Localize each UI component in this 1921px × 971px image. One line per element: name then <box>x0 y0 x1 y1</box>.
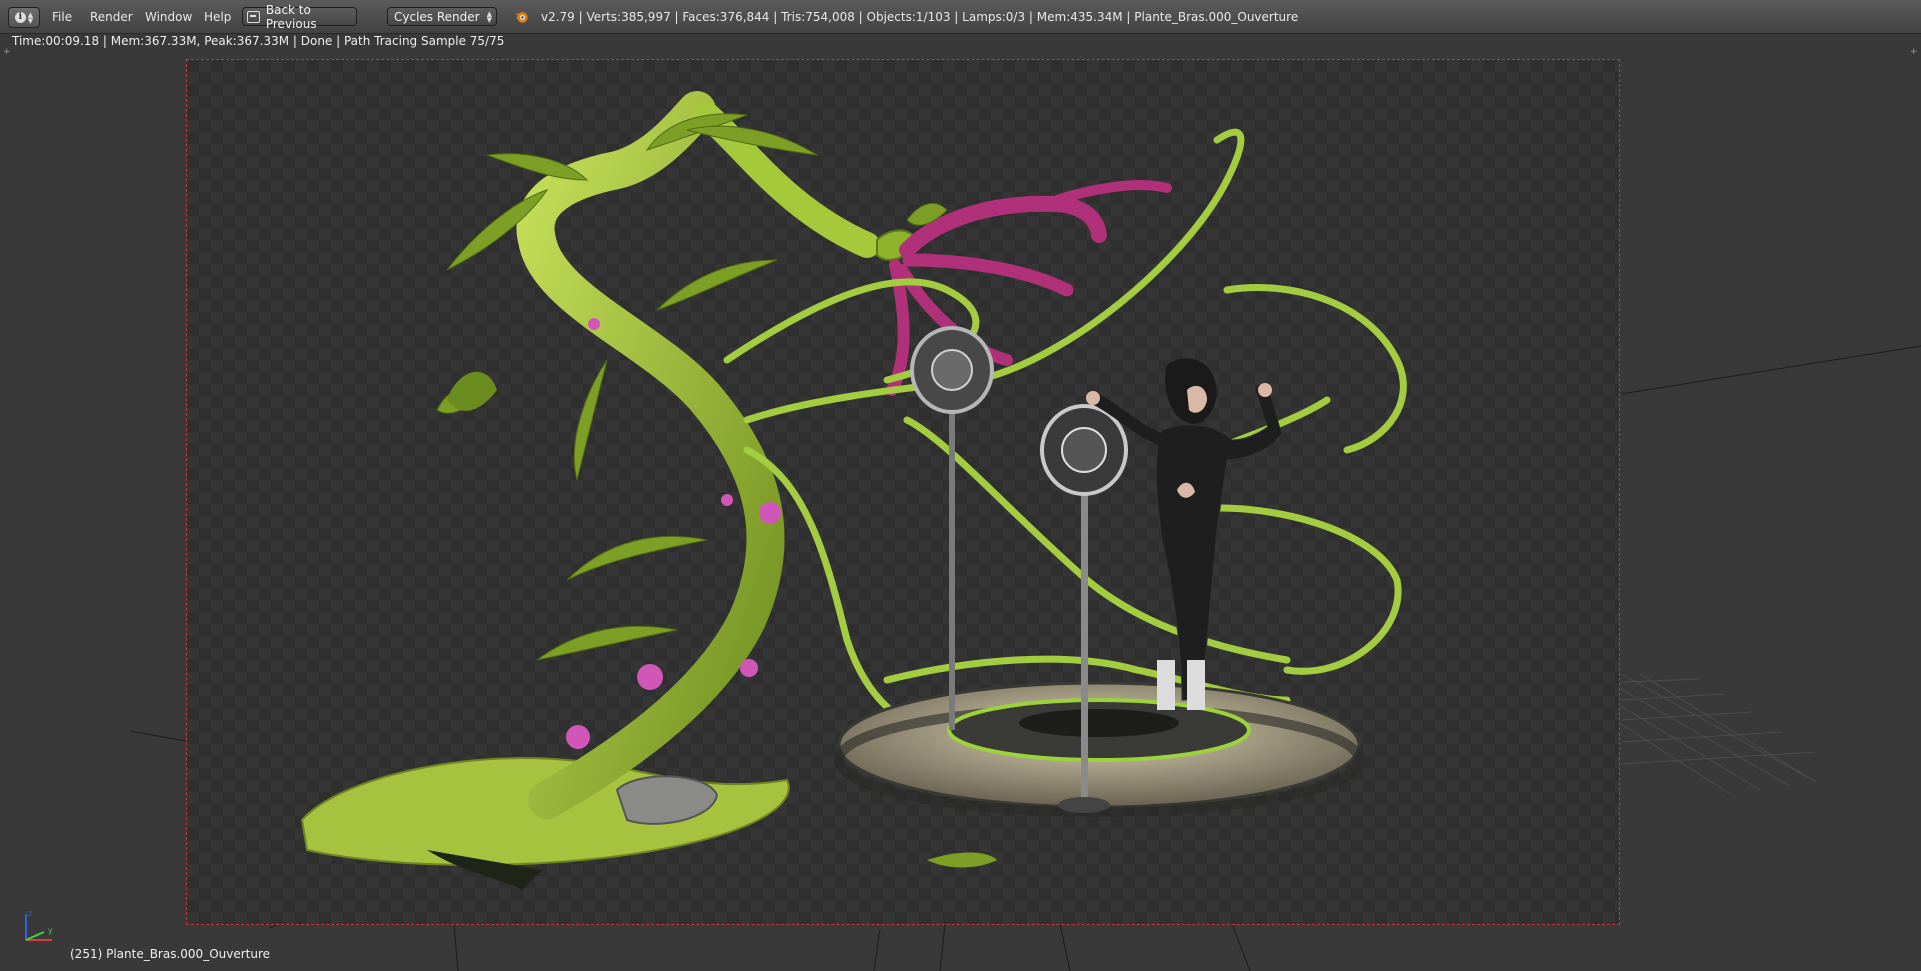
blender-logo-icon <box>514 12 528 23</box>
dropdown-arrows-icon: ▲ ▼ <box>486 10 492 24</box>
render-engine-value: Cycles Render <box>394 10 480 24</box>
active-object-label: (251) Plante_Bras.000_Ouverture <box>70 947 271 961</box>
info-header: i ▲ ▼ File Render Window Help Back to Pre… <box>0 0 1921 34</box>
platform-center <box>1019 709 1179 737</box>
camera-render-frame <box>186 59 1620 925</box>
info-icon: i <box>14 12 26 23</box>
render-info-text: Time:00:09.18 | Mem:367.33M, Peak:367.33… <box>12 34 505 48</box>
render-engine-select[interactable]: Cycles Render ▲ ▼ <box>387 7 497 26</box>
rendered-scene <box>300 91 1407 890</box>
scene-stats: v2.79 | Verts:385,997 | Faces:376,844 | … <box>541 10 1299 24</box>
menu-help[interactable]: Help <box>204 10 231 24</box>
back-to-previous-label: Back to Previous <box>265 2 317 31</box>
area-split-corner-icon[interactable]: + <box>3 48 11 57</box>
axis-y-label: y <box>48 926 53 935</box>
plant-trunk <box>516 91 785 819</box>
menu-file[interactable]: File <box>52 10 72 24</box>
menu-render[interactable]: Render <box>90 10 133 24</box>
area-split-corner-icon[interactable]: + <box>1910 48 1918 57</box>
editor-type-selector[interactable]: i ▲ ▼ <box>8 7 40 28</box>
back-to-previous-button[interactable]: Back to Previous <box>242 3 357 31</box>
character-figure <box>1086 358 1281 710</box>
floating-leaf <box>447 371 497 411</box>
axis-z-label: z <box>28 909 32 918</box>
menu-window[interactable]: Window <box>145 10 192 24</box>
fallen-leaf <box>927 852 997 868</box>
updown-arrows-icon: ▲ ▼ <box>27 10 34 25</box>
back-arrow-icon <box>247 10 260 23</box>
axis-gizmo-icon: z y <box>25 909 53 941</box>
